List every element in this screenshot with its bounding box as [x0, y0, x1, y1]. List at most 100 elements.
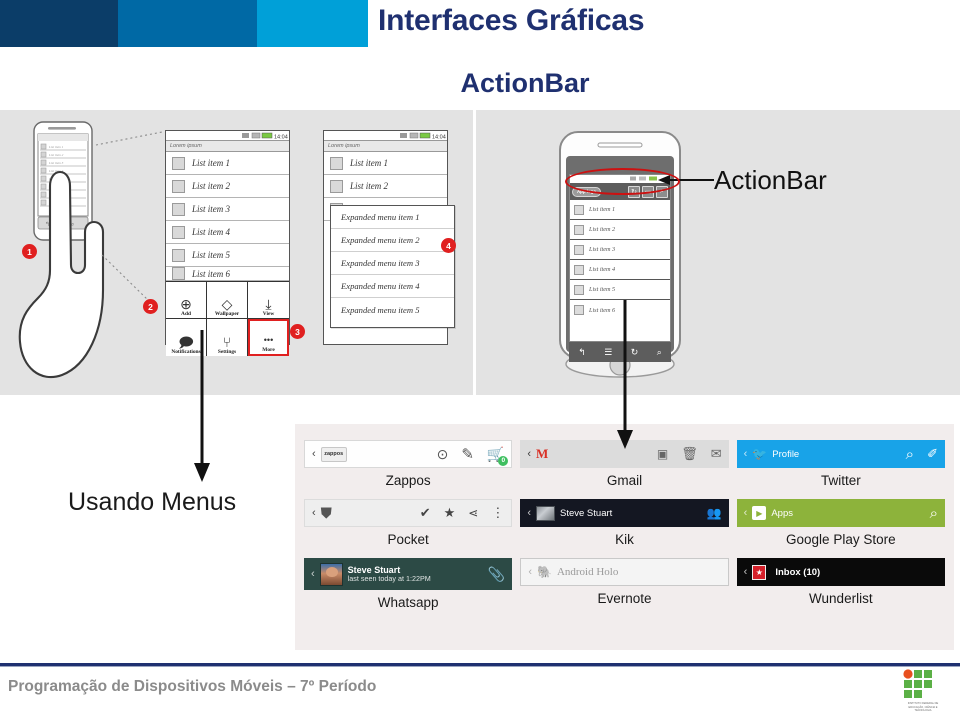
list-item[interactable]: List item 5	[166, 244, 289, 267]
app-bar-wunderlist[interactable]: ‹ ★ Inbox (10)	[736, 558, 945, 586]
menu-cell-label: Add	[181, 311, 191, 317]
list-item[interactable]: List item 1	[570, 200, 670, 220]
app-caption: Google Play Store	[786, 532, 896, 547]
back-chevron-icon[interactable]: ‹	[311, 568, 315, 580]
menu-cell-more[interactable]: ••• More	[248, 319, 289, 356]
app-bar-title: Steve Stuart	[560, 507, 613, 519]
trash-icon[interactable]: 🗑	[681, 446, 698, 462]
back-chevron-icon[interactable]: ‹	[312, 448, 316, 460]
back-chevron-icon[interactable]: ‹	[312, 507, 316, 519]
people-icon[interactable]: 👥	[707, 506, 722, 520]
pencil-icon[interactable]: ✎	[461, 445, 474, 463]
diagram-panel-menus: List item 1 List item 2 List item 3 List i…	[0, 110, 473, 395]
contact-info: Steve Stuart last seen today at 1:22PM	[348, 565, 431, 584]
showcase-item-google-play-store: ‹ ▶ Apps ⌕ Google Play Store	[736, 499, 945, 556]
menu-cell-label: Settings	[217, 349, 237, 355]
back-chevron-icon[interactable]: ‹	[527, 448, 531, 460]
app-bar-zappos[interactable]: ‹ zappos ⊙ ✎ 🛒 0	[304, 440, 513, 468]
list-item-label: List item 2	[589, 226, 616, 233]
checkbox-icon	[172, 267, 185, 280]
menu-cell-view[interactable]: ⤓ View	[248, 282, 289, 319]
showcase-item-pocket: ‹ ⛊ ✔ ★ ⋖ ⋮ Pocket	[304, 499, 513, 556]
expanded-menu-item[interactable]: Expanded menu item 5	[331, 298, 454, 321]
app-bar-pocket[interactable]: ‹ ⛊ ✔ ★ ⋖ ⋮	[304, 499, 513, 527]
compose-icon[interactable]: ✐	[927, 446, 938, 462]
menu-cell-label: Wallpaper	[214, 311, 240, 317]
wunderlist-star-icon: ★	[752, 564, 767, 580]
showcase-item-evernote: ‹ 🐘 Android Holo Evernote	[520, 558, 729, 619]
list-item[interactable]: List item 1	[166, 152, 289, 175]
menu-cell-wallpaper[interactable]: ◇ Wallpaper	[207, 282, 248, 319]
wireframe-status-bar: 14:04	[324, 131, 447, 141]
list-item[interactable]: List item 4	[166, 221, 289, 244]
list-item-label: List item 3	[589, 246, 616, 253]
menu-cell-add[interactable]: ⊕ Add	[166, 282, 207, 319]
list-item[interactable]: List item 5	[570, 280, 670, 300]
list-item[interactable]: List item 6	[166, 267, 289, 281]
list-item-label: List item 2	[192, 181, 231, 191]
menu-icon[interactable]: ☰	[604, 347, 612, 358]
back-chevron-icon[interactable]: ‹	[527, 507, 531, 519]
actionbar-actions: ⌕	[930, 505, 938, 522]
app-bar-google-play[interactable]: ‹ ▶ Apps ⌕	[736, 499, 945, 527]
header-band-medium	[118, 0, 257, 47]
search-icon[interactable]: ⌕	[930, 505, 938, 522]
app-caption: Wunderlist	[809, 591, 873, 606]
paperclip-icon[interactable]: 📎	[488, 566, 505, 583]
footer-divider-light	[0, 666, 960, 667]
back-icon[interactable]: ↰	[578, 347, 586, 358]
check-icon[interactable]: ✔	[420, 505, 431, 521]
list-item[interactable]: List item 2	[570, 220, 670, 240]
evernote-elephant-icon: 🐘	[537, 565, 552, 579]
checkbox-icon	[574, 204, 584, 215]
list-item[interactable]: List item 3	[166, 198, 289, 221]
list-item-label: List item 1	[192, 158, 231, 168]
expanded-menu-item[interactable]: Expanded menu item 3	[331, 252, 454, 275]
app-bar-kik[interactable]: ‹ Steve Stuart 👥	[520, 499, 729, 527]
expanded-menu-item[interactable]: Expanded menu item 2	[331, 229, 454, 252]
search-icon[interactable]: ⌕	[906, 446, 914, 463]
list-item[interactable]: List item 3	[570, 240, 670, 260]
list-item-label: List item 4	[589, 266, 616, 273]
cart-icon[interactable]: 🛒 0	[487, 446, 509, 466]
checkbox-icon	[330, 179, 343, 193]
list-item[interactable]: List item 1	[324, 152, 447, 175]
page-subtitle: ActionBar	[460, 68, 590, 98]
app-caption: Zappos	[385, 473, 431, 488]
app-bar-title: Apps	[771, 507, 793, 519]
showcase-item-twitter: ‹ 🐦 Profile ⌕ ✐ Twitter	[736, 440, 945, 497]
back-chevron-icon[interactable]: ‹	[744, 566, 748, 578]
wireframe-status-bar: 14:04	[166, 131, 289, 141]
page-title: Interfaces Gráficas	[378, 4, 645, 37]
share-icon[interactable]: ⋖	[468, 506, 478, 520]
showcase-item-whatsapp: ‹ Steve Stuart last seen today at 1:22PM…	[304, 558, 513, 619]
list-item[interactable]: List item 2	[166, 175, 289, 198]
avatar	[319, 562, 343, 586]
overflow-menu-icon[interactable]: ⋮	[491, 505, 504, 521]
archive-icon[interactable]: ▣	[657, 447, 668, 461]
arrow-menus-down	[194, 330, 210, 482]
list-item-label: List item 5	[589, 286, 616, 293]
header-band-dark	[0, 0, 118, 47]
expanded-menu-item[interactable]: Expanded menu item 1	[331, 206, 454, 229]
settings-icon: ⑂	[222, 334, 232, 350]
list-item[interactable]: List item 2	[324, 175, 447, 198]
back-chevron-icon[interactable]: ‹	[528, 566, 532, 578]
mail-icon[interactable]: ✉	[711, 446, 722, 462]
app-bar-evernote[interactable]: ‹ 🐘 Android Holo	[520, 558, 729, 586]
twitter-bird-icon: 🐦	[752, 447, 768, 461]
step-badge-3: 3	[290, 324, 305, 339]
expanded-menu-item[interactable]: Expanded menu item 4	[331, 275, 454, 298]
app-bar-twitter[interactable]: ‹ 🐦 Profile ⌕ ✐	[736, 440, 945, 468]
back-chevron-icon[interactable]: ‹	[744, 507, 748, 519]
wallpaper-icon: ◇	[221, 296, 233, 312]
actionbar-actions: 📎	[488, 566, 505, 583]
expanded-menu-popup: Expanded menu item 1 Expanded menu item …	[330, 205, 455, 328]
play-circle-icon[interactable]: ⊙	[437, 446, 449, 463]
app-bar-whatsapp[interactable]: ‹ Steve Stuart last seen today at 1:22PM…	[304, 558, 513, 590]
back-chevron-icon[interactable]: ‹	[744, 448, 748, 460]
diagram-area: List item 1 List item 2 List item 3 List i…	[0, 110, 960, 395]
list-item[interactable]: List item 4	[570, 260, 670, 280]
search-icon[interactable]: ⌕	[657, 347, 662, 358]
star-icon[interactable]: ★	[444, 505, 456, 521]
